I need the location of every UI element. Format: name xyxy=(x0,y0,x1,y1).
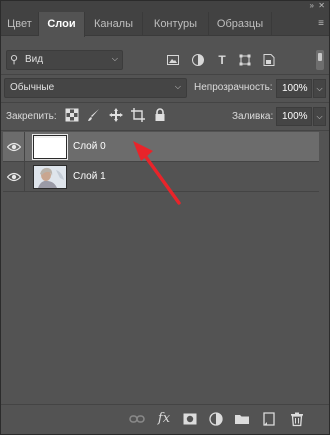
lock-position-icon[interactable] xyxy=(109,108,123,122)
blend-mode-value: Обычные xyxy=(10,82,55,93)
adjustment-filter-icon[interactable] xyxy=(192,54,204,66)
filter-kind-label: Вид xyxy=(25,54,44,65)
opacity-label: Непрозрачность: xyxy=(194,82,273,93)
scrollbar[interactable] xyxy=(321,132,327,403)
opacity-input[interactable]: 100% xyxy=(276,79,312,98)
layer-thumbnail xyxy=(33,165,67,189)
chevron-down-icon: ⌵ xyxy=(111,54,118,63)
add-mask-icon[interactable] xyxy=(182,411,198,427)
tab-paths[interactable]: Контуры xyxy=(143,12,209,36)
divider xyxy=(1,130,329,131)
visibility-toggle[interactable] xyxy=(3,132,25,162)
divider xyxy=(1,74,329,75)
opacity-value: 100% xyxy=(282,83,308,94)
layer-name[interactable]: Слой 0 xyxy=(73,141,106,152)
layers-panel: » ✕ Цвет Слои Каналы Контуры Образцы ≡ ⚲… xyxy=(0,0,330,435)
lock-all-icon[interactable] xyxy=(153,108,167,122)
panel-top-strip: » ✕ xyxy=(1,1,329,10)
shape-filter-icon[interactable] xyxy=(239,54,251,66)
tab-swatches[interactable]: Образцы xyxy=(209,12,272,36)
lock-transparent-icon[interactable] xyxy=(65,108,79,122)
layer-name[interactable]: Слой 1 xyxy=(73,171,106,182)
adjustment-layer-icon[interactable] xyxy=(208,411,224,427)
smart-object-filter-icon[interactable] xyxy=(263,54,275,66)
close-icon[interactable]: ✕ xyxy=(318,1,325,10)
filter-kind-select[interactable]: ⚲ Вид ⌵ xyxy=(6,50,123,70)
fill-label: Заливка: xyxy=(232,111,274,122)
tab-layers[interactable]: Слои xyxy=(39,12,85,37)
filter-toggle[interactable] xyxy=(316,50,324,70)
visibility-toggle[interactable] xyxy=(3,162,25,192)
blend-mode-select[interactable]: Обычные ⌵ xyxy=(4,78,187,98)
panel-tabbar: Цвет Слои Каналы Контуры Образцы ≡ xyxy=(1,10,329,37)
lock-image-icon[interactable] xyxy=(87,108,101,122)
image-filter-icon[interactable] xyxy=(167,54,179,66)
panel-menu-icon[interactable]: ≡ xyxy=(318,18,324,29)
collapse-panels-icon[interactable]: » xyxy=(310,1,314,10)
fill-input[interactable]: 100% xyxy=(276,107,312,126)
chevron-down-icon: ⌵ xyxy=(174,82,181,91)
annotation-arrow xyxy=(133,141,181,205)
tab-color[interactable]: Цвет xyxy=(1,12,39,36)
layers-bottom-toolbar: fx xyxy=(1,404,329,434)
search-icon: ⚲ xyxy=(10,54,19,66)
fill-value: 100% xyxy=(282,111,308,122)
tab-channels[interactable]: Каналы xyxy=(85,12,143,36)
delete-layer-icon[interactable] xyxy=(289,411,305,427)
new-layer-icon[interactable] xyxy=(261,411,277,427)
artboard-icon[interactable] xyxy=(131,108,145,122)
type-filter-icon[interactable]: T xyxy=(216,54,228,66)
new-group-icon[interactable] xyxy=(234,411,250,427)
fill-dropdown-button[interactable]: ⌵ xyxy=(313,107,326,126)
opacity-dropdown-button[interactable]: ⌵ xyxy=(313,79,326,98)
layer-style-icon[interactable]: fx xyxy=(156,411,172,427)
lock-label: Закрепить: xyxy=(6,111,57,122)
layer-thumbnail xyxy=(32,134,68,160)
eye-icon xyxy=(7,172,21,182)
divider xyxy=(1,102,329,103)
link-layers-icon[interactable] xyxy=(129,411,145,427)
eye-icon xyxy=(7,142,21,152)
